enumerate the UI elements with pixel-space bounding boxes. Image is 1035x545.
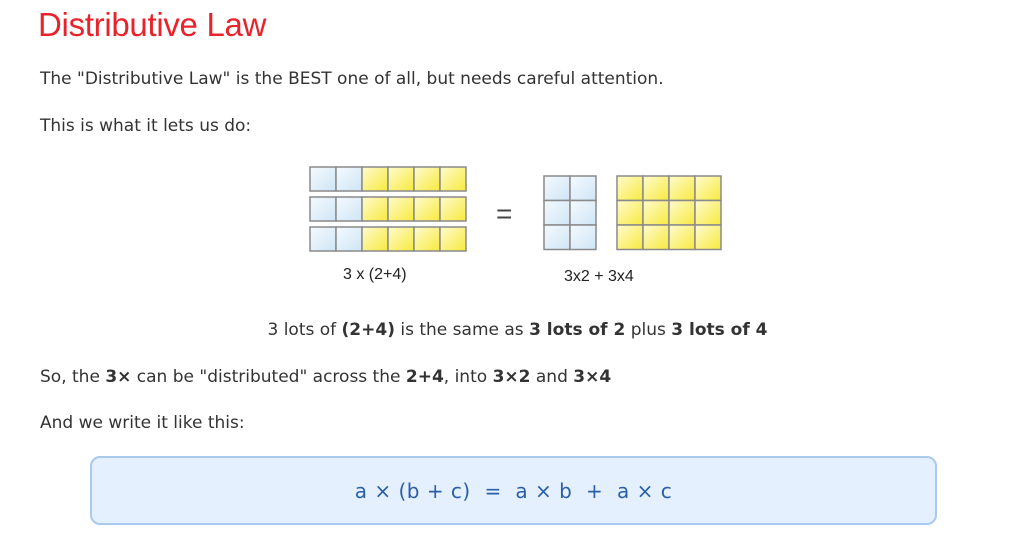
yellow-cell — [642, 199, 670, 226]
yellow-cell — [387, 196, 415, 222]
yellow-cell — [616, 199, 644, 226]
yellow-cell — [387, 226, 415, 252]
blue-cell — [335, 166, 363, 192]
yellow-cell — [439, 166, 467, 192]
blue-cell — [335, 226, 363, 252]
write-paragraph: And we write it like this: — [40, 413, 245, 433]
yellow-cell — [361, 196, 389, 222]
explanation-line: 3 lots of (2+4) is the same as 3 lots of… — [267, 320, 768, 340]
blue-cell — [309, 166, 337, 192]
lead-paragraph: This is what it lets us do: — [40, 116, 252, 136]
yellow-cell — [694, 199, 722, 226]
yellow-cell — [642, 224, 670, 251]
yellow-cell — [642, 175, 670, 202]
yellow-cell — [387, 166, 415, 192]
yellow-cell — [616, 224, 644, 251]
yellow-cell — [413, 166, 441, 192]
right-grid-3x4 — [616, 175, 722, 251]
yellow-cell — [413, 226, 441, 252]
equals-sign: = — [496, 198, 513, 229]
left-caption: 3 x (2+4) — [343, 266, 407, 283]
intro-paragraph: The "Distributive Law" is the BEST one o… — [40, 69, 664, 89]
distributive-diagram: = 3 x (2+4) 3x2 + 3x4 — [300, 160, 740, 295]
distributed-paragraph: So, the 3× can be "distributed" across t… — [40, 367, 612, 387]
blue-cell — [543, 199, 571, 226]
blue-cell — [309, 226, 337, 252]
grid-illustration — [309, 166, 722, 252]
yellow-cell — [439, 226, 467, 252]
yellow-cell — [668, 224, 696, 251]
yellow-cell — [361, 226, 389, 252]
blue-cell — [569, 175, 597, 202]
blue-cell — [569, 224, 597, 251]
blue-cell — [543, 175, 571, 202]
yellow-cell — [616, 175, 644, 202]
yellow-cell — [668, 175, 696, 202]
yellow-cell — [361, 166, 389, 192]
blue-cell — [543, 224, 571, 251]
blue-cell — [309, 196, 337, 222]
left-grid-3x6 — [309, 166, 467, 252]
blue-cell — [335, 196, 363, 222]
yellow-cell — [694, 175, 722, 202]
right-caption: 3x2 + 3x4 — [564, 268, 634, 285]
distributive-formula: a × (b + c) = a × b + a × c — [354, 478, 673, 503]
yellow-cell — [668, 199, 696, 226]
blue-cell — [569, 199, 597, 226]
yellow-cell — [439, 196, 467, 222]
yellow-cell — [694, 224, 722, 251]
formula-box: a × (b + c) = a × b + a × c — [90, 456, 937, 525]
yellow-cell — [413, 196, 441, 222]
right-grid-3x2 — [543, 175, 597, 251]
page-title: Distributive Law — [38, 6, 267, 43]
